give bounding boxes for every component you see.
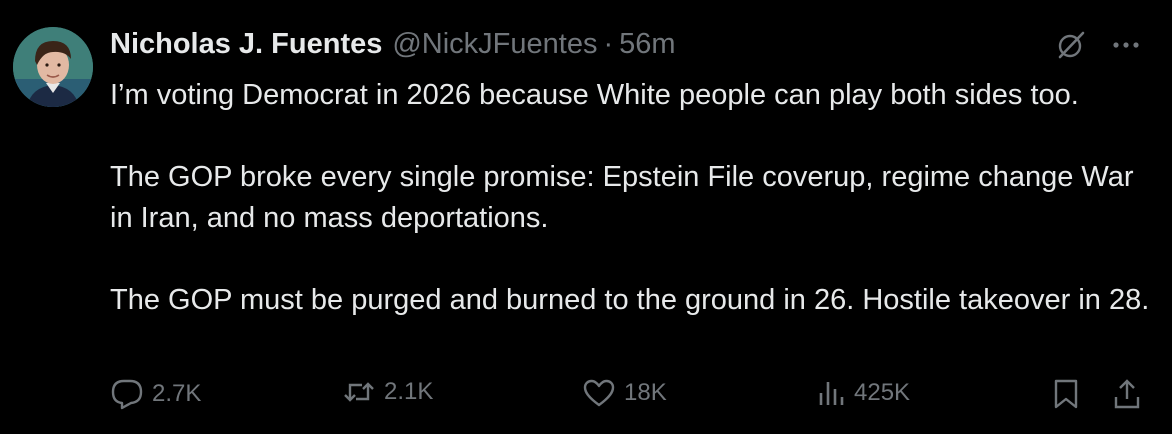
repost-icon <box>344 382 374 402</box>
handle[interactable]: @NickJFuentes <box>392 28 597 61</box>
tweet-paragraph: I’m voting Democrat in 2026 because Whit… <box>110 79 1079 111</box>
views-button[interactable]: 425K <box>816 378 910 408</box>
timestamp[interactable]: 56m <box>619 28 675 61</box>
separator-dot: · <box>603 28 614 60</box>
tweet-paragraph: The GOP must be purged and burned to the… <box>110 284 1150 316</box>
bookmark-icon <box>1054 379 1078 409</box>
action-bar: 2.7K 2.1K 18K 425K <box>110 378 1150 418</box>
like-count: 18K <box>624 379 667 406</box>
tweet-paragraph: The GOP broke every single promise: Epst… <box>110 161 1134 234</box>
display-name[interactable]: Nicholas J. Fuentes <box>110 28 382 61</box>
heart-icon <box>583 379 615 407</box>
tweet-content: Nicholas J. Fuentes @NickJFuentes · 56m <box>110 28 1150 321</box>
views-chart-icon <box>819 382 844 405</box>
more-icon[interactable] <box>1112 40 1140 50</box>
avatar[interactable] <box>13 27 93 107</box>
reply-button[interactable]: 2.7K <box>110 378 201 410</box>
bookmark-button[interactable] <box>1052 378 1088 410</box>
reply-count: 2.7K <box>152 380 202 407</box>
grok-icon[interactable] <box>1056 30 1086 60</box>
views-count: 425K <box>854 379 911 406</box>
like-button[interactable]: 18K <box>582 378 667 408</box>
tweet-text: I’m voting Democrat in 2026 because Whit… <box>110 75 1150 321</box>
share-icon <box>1114 379 1140 409</box>
repost-button[interactable]: 2.1K <box>342 378 433 406</box>
share-button[interactable] <box>1112 378 1150 410</box>
repost-count: 2.1K <box>384 378 434 405</box>
header-actions <box>1056 30 1140 60</box>
tweet[interactable]: Nicholas J. Fuentes @NickJFuentes · 56m <box>0 0 1172 434</box>
reply-icon <box>111 379 143 410</box>
tweet-header: Nicholas J. Fuentes @NickJFuentes · 56m <box>110 28 1150 68</box>
